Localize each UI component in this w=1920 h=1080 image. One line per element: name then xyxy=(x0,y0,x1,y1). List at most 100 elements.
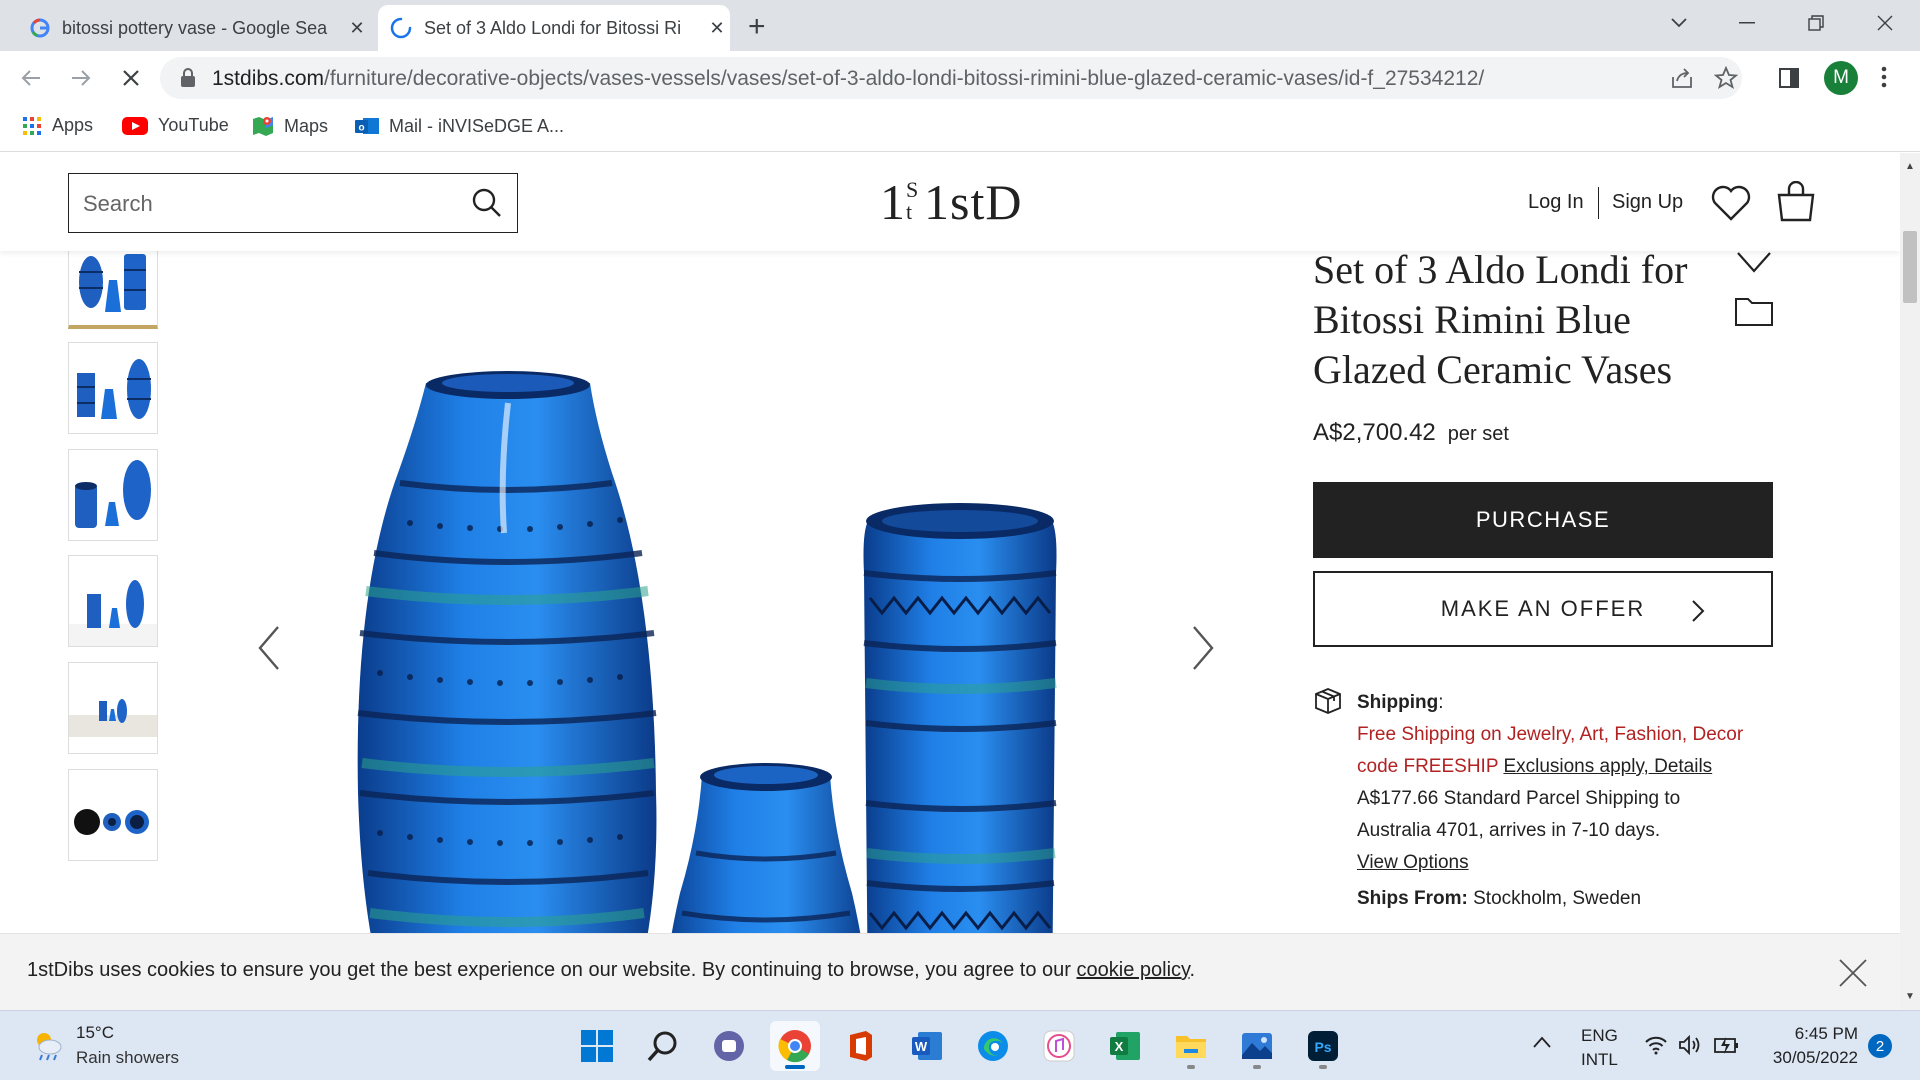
header-divider xyxy=(1598,187,1599,219)
shipping-heading: Shipping xyxy=(1357,692,1439,713)
price-unit: per set xyxy=(1447,423,1509,445)
close-tab-icon[interactable]: ✕ xyxy=(704,18,730,39)
photos-icon[interactable] xyxy=(1232,1021,1282,1071)
tab-google-search[interactable]: bitossi pottery vase - Google Sea ✕ xyxy=(20,5,370,51)
bookmark-star-icon[interactable] xyxy=(1714,66,1738,90)
minimize-icon[interactable] xyxy=(1718,4,1776,42)
running-indicator xyxy=(1187,1065,1195,1069)
stop-loading-icon[interactable] xyxy=(118,65,144,91)
weather-temp: 15°C xyxy=(76,1023,114,1042)
svg-text:1stDIBS: 1stDIBS xyxy=(924,175,1020,227)
exclusions-link[interactable]: Exclusions apply, Details xyxy=(1503,756,1712,777)
carousel-prev-icon[interactable] xyxy=(256,625,282,671)
apps-grid-icon xyxy=(22,116,42,136)
word-icon[interactable]: W xyxy=(902,1021,952,1071)
close-window-icon[interactable] xyxy=(1856,4,1914,42)
purchase-button[interactable]: PURCHASE xyxy=(1313,482,1773,558)
logo-mark: 1St1stDIBS xyxy=(880,175,1020,227)
start-button[interactable] xyxy=(572,1021,622,1071)
svg-text:X: X xyxy=(1115,1039,1124,1054)
favorites-heart-icon[interactable] xyxy=(1710,183,1752,223)
file-explorer-icon[interactable] xyxy=(1166,1021,1216,1071)
product-price: A$2,700.42 per set xyxy=(1313,419,1509,447)
svg-text:Ps: Ps xyxy=(1314,1039,1331,1055)
close-tab-icon[interactable]: ✕ xyxy=(344,18,370,39)
battery-icon[interactable] xyxy=(1712,1035,1740,1055)
chevron-right-icon xyxy=(1691,599,1705,623)
excel-icon[interactable]: X xyxy=(1100,1021,1150,1071)
shipping-box-icon xyxy=(1313,686,1343,716)
signup-link[interactable]: Sign Up xyxy=(1612,191,1683,214)
taskbar-search-icon[interactable] xyxy=(638,1021,688,1071)
view-options-link[interactable]: View Options xyxy=(1357,852,1469,873)
google-icon xyxy=(30,18,50,38)
office-icon[interactable] xyxy=(836,1021,886,1071)
free-shipping-promo: Free Shipping on Jewelry, Art, Fashion, … xyxy=(1357,724,1744,745)
photoshop-icon[interactable]: Ps xyxy=(1298,1021,1348,1071)
make-offer-label: MAKE AN OFFER xyxy=(1440,596,1646,621)
notification-badge[interactable]: 2 xyxy=(1868,1034,1892,1058)
windows-taskbar: 15°C Rain showers W X Ps ENG INTL 6:45 P… xyxy=(0,1010,1920,1080)
svg-text:o: o xyxy=(358,123,364,134)
chrome-taskbar-icon[interactable] xyxy=(770,1021,820,1071)
shopping-bag-icon[interactable] xyxy=(1775,181,1817,223)
save-folder-icon[interactable] xyxy=(1734,293,1774,327)
tab-search-icon[interactable] xyxy=(1650,4,1708,42)
cookie-policy-link[interactable]: cookie policy xyxy=(1077,959,1190,981)
svg-text:1: 1 xyxy=(880,175,906,227)
carousel-next-icon[interactable] xyxy=(1190,625,1216,671)
loading-spinner-icon xyxy=(390,17,412,39)
close-cookie-icon[interactable] xyxy=(1838,958,1868,988)
language-indicator[interactable]: ENG INTL xyxy=(1581,1024,1618,1072)
teams-chat-icon[interactable] xyxy=(704,1021,754,1071)
itunes-icon[interactable] xyxy=(1034,1021,1084,1071)
clock-date: 30/05/2022 xyxy=(1772,1048,1858,1067)
thumbnail-6[interactable] xyxy=(68,769,158,861)
lock-icon[interactable] xyxy=(180,68,196,88)
login-link[interactable]: Log In xyxy=(1528,191,1584,214)
thumbnail-4[interactable] xyxy=(68,555,158,647)
edge-icon[interactable] xyxy=(968,1021,1018,1071)
bookmark-apps[interactable]: Apps xyxy=(22,115,93,136)
tray-overflow-icon[interactable] xyxy=(1532,1035,1552,1049)
scroll-up-icon[interactable]: ▲ xyxy=(1905,161,1915,172)
thumbnail-3[interactable] xyxy=(68,449,158,541)
address-bar[interactable]: 1stdibs.com/furniture/decorative-objects… xyxy=(160,57,1742,99)
back-icon[interactable] xyxy=(18,65,44,91)
browser-toolbar: 1stdibs.com/furniture/decorative-objects… xyxy=(0,51,1920,105)
page-scrollbar[interactable]: ▲ ▼ xyxy=(1900,153,1920,1010)
price-value: A$2,700.42 xyxy=(1313,419,1436,446)
volume-icon[interactable] xyxy=(1678,1035,1702,1055)
lang-line1: ENG xyxy=(1581,1026,1618,1045)
thumbnail-1[interactable] xyxy=(68,241,158,329)
profile-avatar[interactable]: M xyxy=(1824,61,1858,95)
search-placeholder: Search xyxy=(83,191,153,216)
search-input[interactable]: Search xyxy=(68,173,518,233)
bookmark-youtube[interactable]: YouTube xyxy=(122,115,229,136)
weather-icon[interactable] xyxy=(30,1027,66,1063)
tab-product-page[interactable]: Set of 3 Aldo Londi for Bitossi Ri ✕ xyxy=(378,5,730,51)
running-indicator xyxy=(1319,1065,1327,1069)
lang-line2: INTL xyxy=(1581,1050,1618,1069)
thumbnail-5[interactable] xyxy=(68,662,158,754)
ships-from-label: Ships From: xyxy=(1357,888,1468,909)
clock[interactable]: 6:45 PM 30/05/2022 xyxy=(1758,1022,1858,1070)
make-offer-button[interactable]: MAKE AN OFFER xyxy=(1313,571,1773,647)
forward-icon[interactable] xyxy=(68,65,94,91)
share-icon[interactable] xyxy=(1670,67,1694,89)
cookie-text: 1stDibs uses cookies to ensure you get t… xyxy=(27,959,1071,981)
bookmark-maps[interactable]: Maps xyxy=(252,115,328,137)
scroll-down-icon[interactable]: ▼ xyxy=(1905,991,1915,1002)
side-panel-icon[interactable] xyxy=(1778,67,1800,89)
thumbnail-2[interactable] xyxy=(68,342,158,434)
search-icon[interactable] xyxy=(471,187,503,219)
scrollbar-thumb[interactable] xyxy=(1903,231,1917,303)
new-tab-button[interactable]: + xyxy=(748,10,766,44)
chevron-down-icon[interactable] xyxy=(1734,247,1774,277)
bookmark-mail[interactable]: o Mail - iNVISeDGE A... xyxy=(355,115,564,137)
wifi-icon[interactable] xyxy=(1644,1035,1668,1055)
menu-dots-icon[interactable] xyxy=(1880,65,1888,89)
restore-icon[interactable] xyxy=(1787,4,1845,42)
active-indicator xyxy=(785,1065,805,1069)
site-logo[interactable]: 1St1stDIBS xyxy=(880,175,1020,227)
